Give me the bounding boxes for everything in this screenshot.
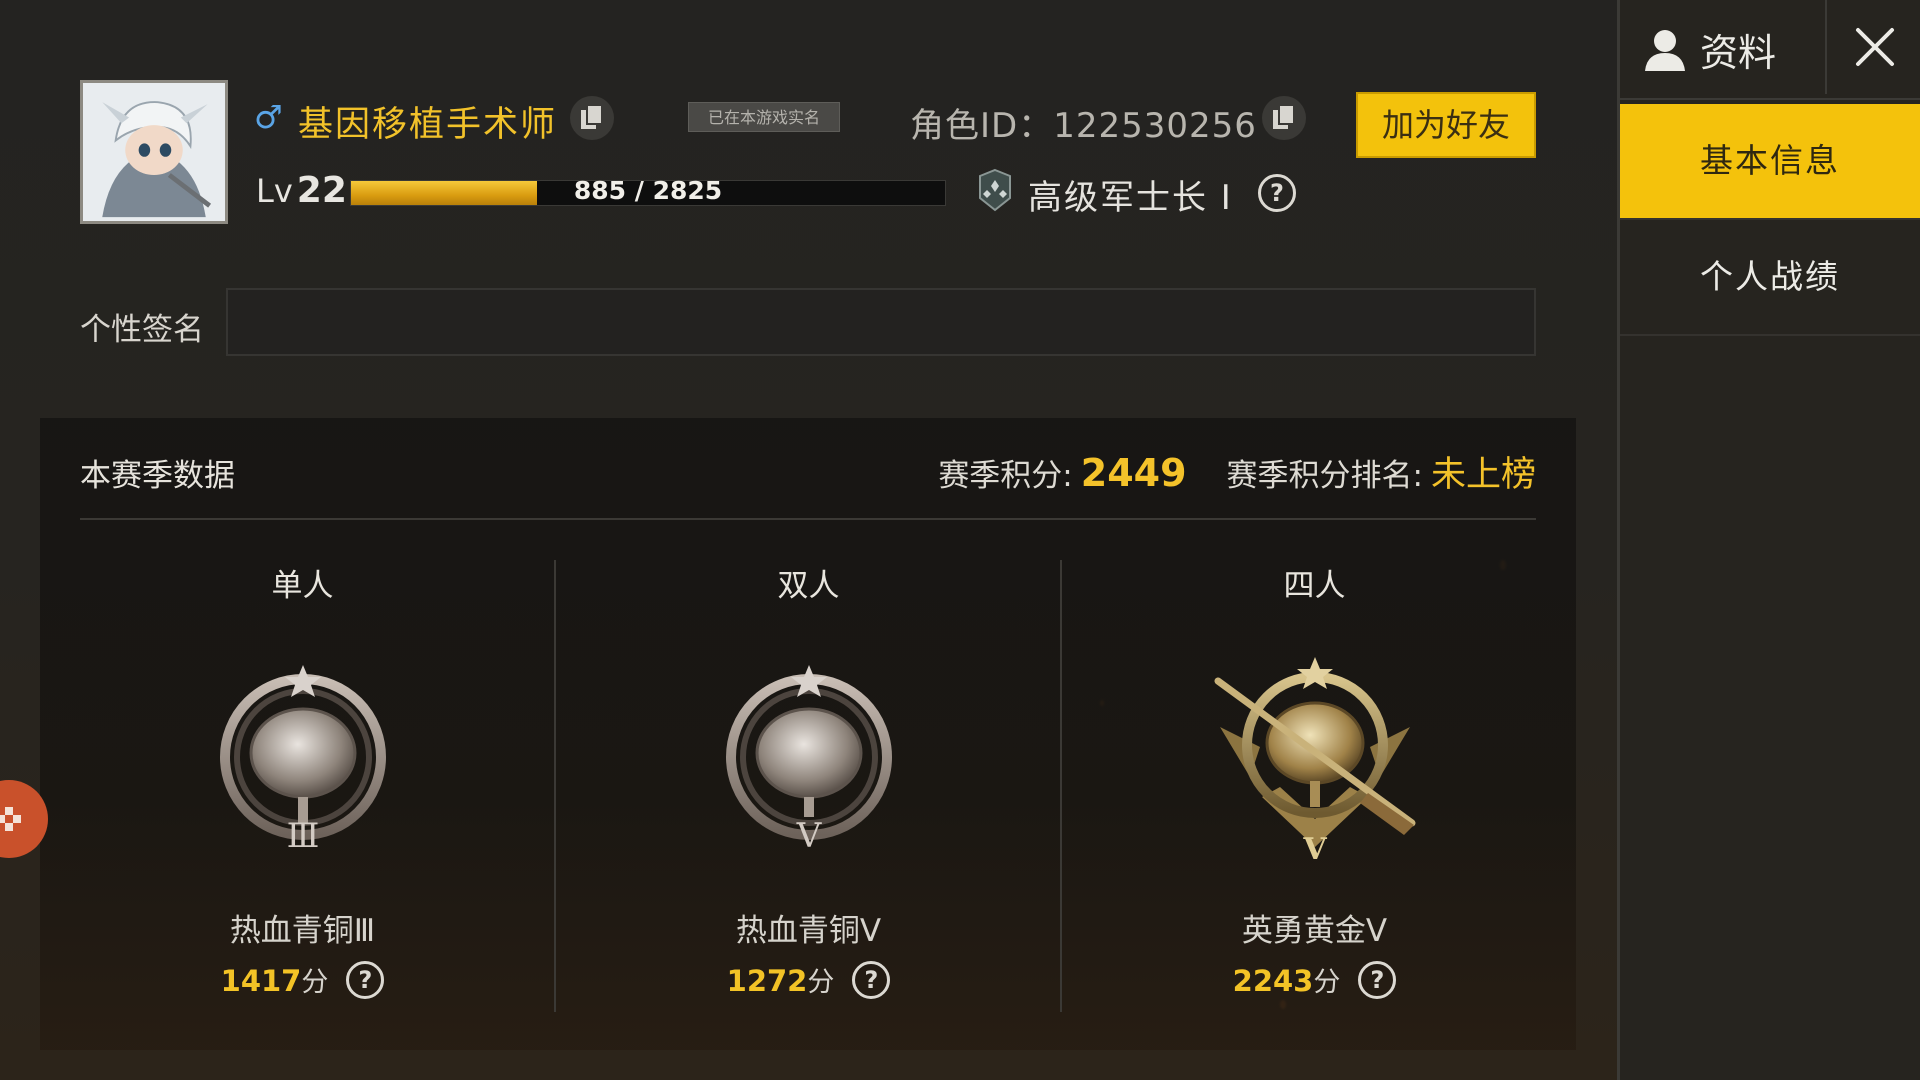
rank-insignia-icon bbox=[979, 168, 1011, 212]
mode-duo: 双人 V 热血青铜Ⅴ 1272分 ? bbox=[556, 548, 1061, 999]
score-unit: 分 bbox=[301, 967, 329, 998]
help-icon[interactable]: ? bbox=[1258, 174, 1296, 212]
bronze-tier-badge-icon[interactable]: V bbox=[694, 647, 924, 877]
gamepad-icon bbox=[0, 807, 21, 831]
mode-tier: 热血青铜Ⅲ bbox=[229, 913, 376, 949]
panel-divider bbox=[80, 518, 1536, 520]
badge-numeral: Ⅲ bbox=[286, 816, 319, 856]
mode-label: 单人 bbox=[271, 568, 334, 604]
season-data-panel: 本赛季数据 赛季积分:2449 赛季积分排名:未上榜 单人 Ⅲ 热血青铜Ⅲ bbox=[40, 418, 1576, 1050]
level-display: Lv 22 bbox=[256, 170, 347, 211]
profile-main: ♂ 基因移植手术师 已在本游戏实名 角色ID：122530256 加为好友 Lv… bbox=[0, 0, 1768, 1080]
avatar[interactable] bbox=[80, 80, 228, 224]
signature-input[interactable] bbox=[226, 288, 1536, 356]
mode-solo: 单人 Ⅲ 热血青铜Ⅲ 1417分 ? bbox=[50, 548, 555, 999]
copy-name-button[interactable] bbox=[570, 96, 614, 140]
close-icon bbox=[1855, 28, 1894, 66]
badge-numeral: V bbox=[795, 816, 822, 856]
score-unit: 分 bbox=[807, 967, 835, 998]
mode-score: 1417分 ? bbox=[50, 960, 555, 999]
season-points-value: 2449 bbox=[1080, 451, 1187, 495]
help-icon[interactable]: ? bbox=[852, 960, 891, 999]
profile-tab-label: 资料 bbox=[1700, 31, 1777, 75]
xp-text: 885 / 2825 bbox=[573, 176, 723, 205]
gold-tier-badge-icon[interactable]: V bbox=[1200, 647, 1430, 877]
person-icon bbox=[1645, 29, 1685, 71]
mode-score: 2243分 ? bbox=[1062, 960, 1567, 999]
badge-numeral: V bbox=[1302, 832, 1327, 867]
season-ranking-value: 未上榜 bbox=[1430, 455, 1536, 495]
role-id: 角色ID：122530256 bbox=[910, 106, 1257, 146]
close-button[interactable] bbox=[1825, 0, 1920, 94]
signature-label: 个性签名 bbox=[80, 312, 204, 348]
help-icon[interactable]: ? bbox=[346, 960, 385, 999]
bronze-tier-badge-icon[interactable]: Ⅲ bbox=[188, 647, 418, 877]
season-title: 本赛季数据 bbox=[80, 458, 235, 494]
score-value: 1417 bbox=[220, 964, 302, 998]
season-points-label: 赛季积分: bbox=[938, 458, 1073, 494]
copy-icon bbox=[1273, 104, 1295, 129]
score-value: 1272 bbox=[726, 964, 808, 998]
level-prefix: Lv bbox=[256, 172, 293, 210]
mode-label: 双人 bbox=[777, 568, 840, 604]
copy-id-button[interactable] bbox=[1262, 96, 1306, 140]
mode-squad: 四人 V 英勇黄金Ⅴ 2243分 ? bbox=[1062, 548, 1567, 999]
realname-verified-badge: 已在本游戏实名 bbox=[688, 102, 840, 132]
avatar-image bbox=[83, 83, 225, 221]
season-points: 赛季积分: 2449 赛季积分排名: 未上榜 bbox=[938, 446, 1536, 497]
profile-tab[interactable]: 资料 bbox=[1642, 22, 1776, 77]
level-value: 22 bbox=[296, 170, 347, 211]
score-value: 2243 bbox=[1232, 964, 1314, 998]
rank-title: 高级军士长 I bbox=[1028, 178, 1233, 218]
mode-tier: 英勇黄金Ⅴ bbox=[1241, 913, 1388, 949]
help-icon[interactable]: ? bbox=[1358, 960, 1397, 999]
mode-tier: 热血青铜Ⅴ bbox=[735, 913, 882, 949]
nav-basic-info[interactable]: 基本信息 bbox=[1620, 104, 1920, 220]
gender-male-icon: ♂ bbox=[254, 98, 283, 136]
side-header: 资料 bbox=[1620, 0, 1920, 100]
side-panel: 资料 基本信息 个人战绩 bbox=[1617, 0, 1920, 1080]
copy-icon bbox=[581, 104, 603, 129]
add-friend-button[interactable]: 加为好友 bbox=[1356, 92, 1536, 158]
score-unit: 分 bbox=[1313, 967, 1341, 998]
mode-label: 四人 bbox=[1283, 568, 1346, 604]
season-ranking-label: 赛季积分排名: bbox=[1226, 458, 1423, 494]
nav-personal-stats[interactable]: 个人战绩 bbox=[1620, 220, 1920, 336]
player-name: 基因移植手术师 bbox=[298, 105, 558, 145]
mode-score: 1272分 ? bbox=[556, 960, 1061, 999]
